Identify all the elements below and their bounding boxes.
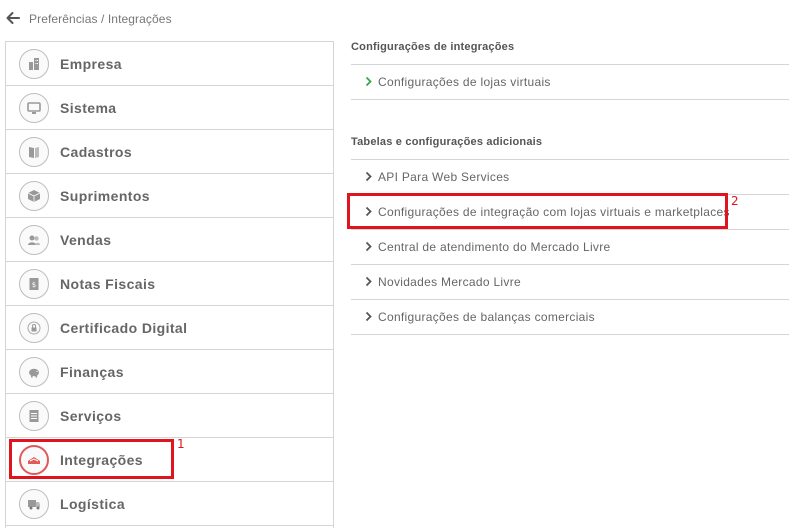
book-icon <box>19 137 49 167</box>
sidebar-item-notas-fiscais[interactable]: $ Notas Fiscais <box>6 262 333 306</box>
section-title-tabelas: Tabelas e configurações adicionais <box>351 136 543 148</box>
section-title-integracoes: Configurações de integrações <box>351 41 515 53</box>
list-item-label: Novidades Mercado Livre <box>378 275 521 289</box>
breadcrumb: Preferências / Integrações <box>29 12 172 26</box>
truck-icon <box>19 489 49 519</box>
annotation-marker-2: 2 <box>731 194 739 208</box>
chevron-right-icon <box>365 311 372 322</box>
sidebar: Empresa Sistema Cadastros Suprimentos Ve… <box>5 41 334 528</box>
sidebar-item-logistica[interactable]: Logística <box>6 482 333 526</box>
annotation-marker-1: 1 <box>177 437 185 451</box>
back-arrow-icon[interactable] <box>5 10 21 26</box>
list-item-label: Configurações de balanças comerciais <box>378 310 595 324</box>
sidebar-item-label: Serviços <box>60 408 122 424</box>
list-item-label: Configurações de integração com lojas vi… <box>378 205 730 219</box>
list-item-label: Configurações de lojas virtuais <box>378 75 551 89</box>
building-icon <box>19 49 49 79</box>
list-item[interactable]: API Para Web Services <box>351 160 789 195</box>
chevron-right-icon <box>365 76 372 87</box>
list-item[interactable]: Configurações de lojas virtuais <box>351 65 789 100</box>
sidebar-item-label: Integrações <box>60 452 143 468</box>
sidebar-item-cadastros[interactable]: Cadastros <box>6 130 333 174</box>
chevron-right-icon <box>365 206 372 217</box>
sidebar-item-label: Notas Fiscais <box>60 276 156 292</box>
monitor-icon <box>19 93 49 123</box>
sidebar-item-vendas[interactable]: Vendas <box>6 218 333 262</box>
top-bar: Preferências / Integrações <box>0 0 789 38</box>
sidebar-item-sistema[interactable]: Sistema <box>6 86 333 130</box>
sidebar-item-empresa[interactable]: Empresa <box>6 42 333 86</box>
sidebar-item-integracoes[interactable]: Integrações <box>6 438 333 482</box>
users-icon <box>19 225 49 255</box>
sidebar-item-certificado-digital[interactable]: Certificado Digital <box>6 306 333 350</box>
list-item[interactable]: Central de atendimento do Mercado Livre <box>351 230 789 265</box>
sidebar-item-suprimentos[interactable]: Suprimentos <box>6 174 333 218</box>
sidebar-item-label: Certificado Digital <box>60 320 188 336</box>
sidebar-item-label: Empresa <box>60 56 122 72</box>
document-icon <box>19 401 49 431</box>
list-item-label: API Para Web Services <box>378 170 510 184</box>
additional-settings-list: API Para Web Services Configurações de i… <box>351 159 789 335</box>
sidebar-item-label: Finanças <box>60 364 124 380</box>
sidebar-item-label: Suprimentos <box>60 188 150 204</box>
integration-icon <box>19 445 49 475</box>
invoice-icon: $ <box>19 269 49 299</box>
sidebar-item-servicos[interactable]: Serviços <box>6 394 333 438</box>
box-icon <box>19 181 49 211</box>
list-item[interactable]: Configurações de integração com lojas vi… <box>351 195 789 230</box>
chevron-right-icon <box>365 171 372 182</box>
svg-text:$: $ <box>32 281 36 289</box>
sidebar-item-label: Sistema <box>60 100 117 116</box>
sidebar-item-label: Cadastros <box>60 144 133 160</box>
list-item[interactable]: Novidades Mercado Livre <box>351 265 789 300</box>
sidebar-item-label: Vendas <box>60 232 112 248</box>
lock-icon <box>19 313 49 343</box>
list-item[interactable]: Configurações de balanças comerciais <box>351 300 789 335</box>
sidebar-item-financas[interactable]: Finanças <box>6 350 333 394</box>
list-item-label: Central de atendimento do Mercado Livre <box>378 240 611 254</box>
piggy-bank-icon <box>19 357 49 387</box>
chevron-right-icon <box>365 276 372 287</box>
chevron-right-icon <box>365 241 372 252</box>
integration-settings-list: Configurações de lojas virtuais <box>351 64 789 100</box>
sidebar-item-label: Logística <box>60 496 126 512</box>
